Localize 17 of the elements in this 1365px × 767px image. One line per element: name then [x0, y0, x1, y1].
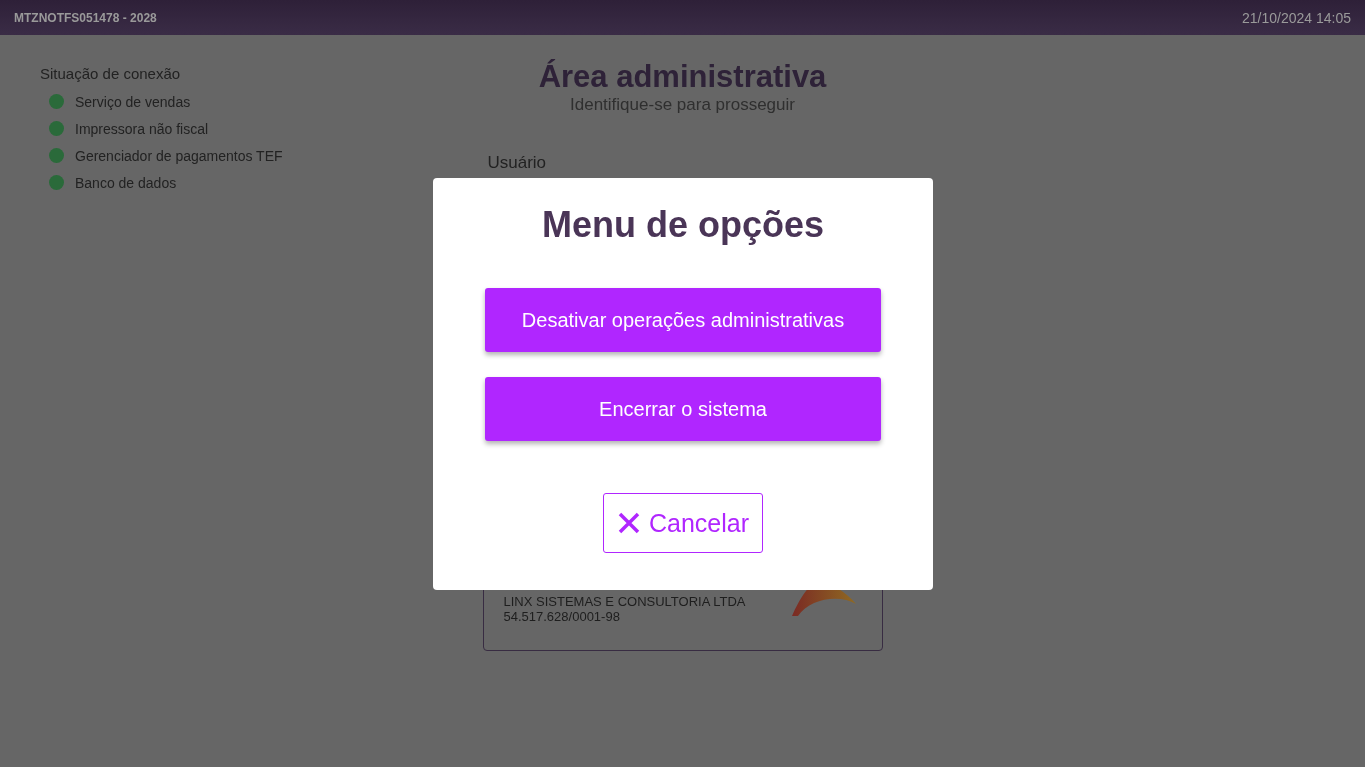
option-button[interactable]: Desativar operações administrativas — [485, 288, 881, 352]
page-title: Área administrativa — [537, 59, 828, 95]
date-time: 21/10/2024 14:05 — [1242, 9, 1351, 26]
status-label: Serviço de vendas — [75, 93, 191, 110]
user-label: Usuário — [487, 153, 548, 173]
dialog-title: Menu de opções — [541, 204, 824, 246]
status-label: Gerenciador de pagamentos TEF — [75, 147, 283, 164]
cancel-button[interactable]: Cancelar — [603, 493, 763, 553]
status-label: Banco de dados — [75, 174, 177, 191]
page-subtitle: Identifique-se para prosseguir — [569, 95, 796, 115]
status-title: Situação de conexão — [40, 65, 182, 82]
company-name: LINX SISTEMAS E CONSULTORIA LTDA — [503, 594, 746, 609]
terminal-id: MTZNOTFS051478 - 2028 — [14, 10, 157, 25]
option-button[interactable]: Encerrar o sistema — [485, 377, 881, 441]
close-icon — [616, 511, 641, 535]
company-cnpj: 54.517.628/0001-98 — [503, 609, 621, 624]
status-label: Impressora não fiscal — [75, 120, 209, 137]
